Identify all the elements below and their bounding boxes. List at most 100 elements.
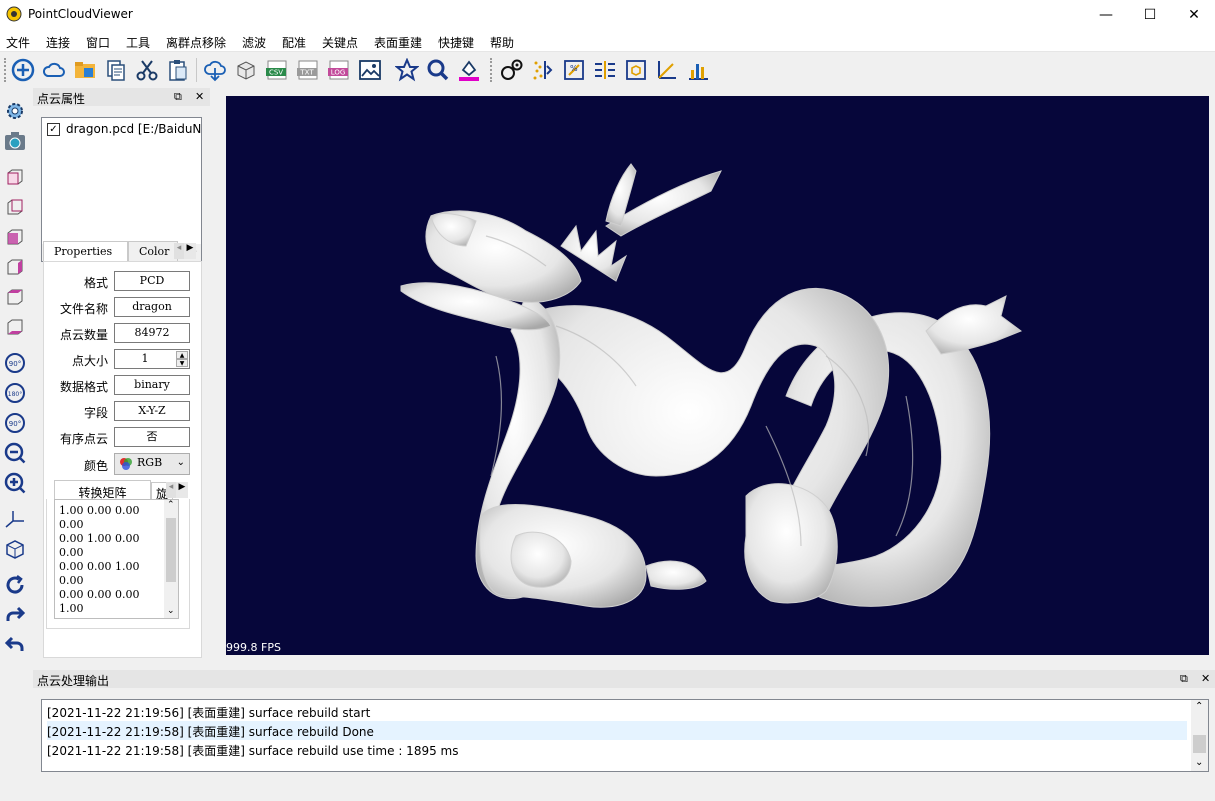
image-icon[interactable] [358, 58, 382, 82]
transform-matrix-text[interactable]: 1.00 0.00 0.00 0.00 0.00 1.00 0.00 0.00 … [59, 504, 159, 616]
view-top-icon[interactable] [3, 285, 27, 309]
view-right-icon[interactable] [3, 255, 27, 279]
star-icon[interactable] [395, 58, 419, 82]
view-left-icon[interactable] [3, 225, 27, 249]
fields-value: X-Y-Z [114, 401, 190, 421]
log-line[interactable]: [2021-11-22 21:19:58] [表面重建] surface reb… [47, 740, 1187, 759]
point-cloud-viewport[interactable]: 999.8 FPS [226, 96, 1209, 655]
menu-connect[interactable]: 连接 [46, 34, 70, 51]
menu-outlier-removal[interactable]: 离群点移除 [166, 34, 226, 51]
histogram-icon[interactable] [686, 58, 710, 82]
output-float-icon[interactable]: ⧉ [1180, 672, 1188, 686]
add-icon[interactable] [11, 58, 35, 82]
output-scroll-thumb[interactable] [1193, 735, 1206, 753]
download-icon[interactable] [203, 58, 227, 82]
file-list-item[interactable]: dragon.pcd [E:/BaiduN [66, 122, 201, 136]
menu-shortcuts[interactable]: 快捷键 [438, 34, 474, 51]
main-toolbar: CSV TXT LOG % [0, 53, 1215, 87]
matrix-scroll-thumb[interactable] [166, 518, 176, 582]
settings-icon[interactable] [3, 99, 27, 123]
box-icon[interactable] [234, 58, 258, 82]
zoom-out-icon[interactable] [3, 441, 27, 465]
menu-file[interactable]: 文件 [6, 34, 30, 51]
tab-transform-matrix[interactable]: 转换矩阵 [54, 480, 151, 500]
subtab-scroll-left-icon[interactable]: ◂ [166, 482, 176, 498]
measure-icon[interactable]: % [562, 58, 586, 82]
tab-scroll-left-icon[interactable]: ◂ [174, 243, 184, 259]
menu-surface-reconstruction[interactable]: 表面重建 [374, 34, 422, 51]
output-scroll-down-icon[interactable]: ⌄ [1195, 757, 1203, 768]
redo-icon[interactable] [3, 603, 27, 627]
folder-icon[interactable] [73, 58, 97, 82]
tab-scroll-right-icon[interactable]: ▶ [184, 243, 196, 259]
fill-color-icon[interactable] [457, 58, 481, 82]
txt-icon[interactable]: TXT [296, 58, 320, 82]
menu-tools[interactable]: 工具 [126, 34, 150, 51]
filter-icon[interactable] [531, 58, 555, 82]
spin-up-icon[interactable]: ▲ [176, 351, 188, 359]
output-scroll-up-icon[interactable]: ⌃ [1195, 701, 1203, 712]
subtab-scroll-right-icon[interactable]: ▶ [176, 482, 188, 498]
rotate-180-icon[interactable]: 180° [3, 381, 27, 405]
register-icon[interactable] [593, 58, 617, 82]
output-close-icon[interactable]: ✕ [1201, 672, 1210, 685]
menu-keypoints[interactable]: 关键点 [322, 34, 358, 51]
color-combobox[interactable]: RGB ⌄ [114, 453, 190, 475]
cloud-icon[interactable] [42, 58, 66, 82]
point-size-spinbox[interactable]: 1 ▲ ▼ [114, 349, 190, 369]
close-button[interactable]: ✕ [1171, 0, 1215, 30]
svg-text:LOG: LOG [331, 69, 346, 77]
log-line[interactable]: [2021-11-22 21:19:56] [表面重建] surface reb… [47, 702, 1187, 721]
paste-icon[interactable] [166, 58, 190, 82]
copy-icon[interactable] [104, 58, 128, 82]
maximize-button[interactable]: ☐ [1127, 0, 1173, 30]
point-size-value[interactable]: 1 [142, 352, 149, 365]
undo-icon[interactable] [3, 633, 27, 657]
matrix-vscrollbar[interactable]: ⌃ ⌄ [164, 500, 178, 618]
spin-down-icon[interactable]: ▼ [176, 359, 188, 367]
rotate-90-icon[interactable]: 90° [3, 351, 27, 375]
bbox-icon[interactable] [624, 58, 648, 82]
keypoint-icon[interactable] [500, 58, 524, 82]
tab-properties[interactable]: Properties [43, 241, 128, 262]
axes-icon[interactable] [3, 507, 27, 531]
view-bottom-icon[interactable] [3, 315, 27, 339]
organized-label: 有序点云 [59, 432, 108, 446]
point-count-label: 点云数量 [59, 328, 108, 342]
output-dock-title-bar[interactable]: 点云处理输出 ⧉ ✕ [33, 670, 1215, 688]
log-icon[interactable]: LOG [327, 58, 351, 82]
dock-float-icon[interactable]: ⧉ [174, 90, 182, 104]
dock-close-icon[interactable]: ✕ [195, 90, 204, 103]
menu-help[interactable]: 帮助 [490, 34, 514, 51]
properties-panel: 格式 PCD 文件名称 dragon 点云数量 84972 点大小 1 ▲ ▼ … [43, 261, 202, 658]
menu-window[interactable]: 窗口 [86, 34, 110, 51]
scroll-up-icon[interactable]: ⌃ [167, 500, 175, 510]
toolbar-grip-2[interactable] [490, 58, 493, 82]
cube-icon[interactable] [3, 537, 27, 561]
view-front-icon[interactable] [3, 165, 27, 189]
rotate-neg90-icon[interactable]: 90° [3, 411, 27, 435]
menu-registration[interactable]: 配准 [282, 34, 306, 51]
output-vscrollbar[interactable]: ⌃ ⌄ [1191, 700, 1208, 771]
refresh-icon[interactable] [3, 573, 27, 597]
organized-value: 否 [114, 427, 190, 447]
cut-icon[interactable] [135, 58, 159, 82]
zoom-in-icon[interactable] [3, 471, 27, 495]
scroll-down-icon[interactable]: ⌄ [167, 606, 175, 616]
transform-matrix-box[interactable]: 1.00 0.00 0.00 0.00 0.00 1.00 0.00 0.00 … [54, 499, 179, 619]
menu-filter[interactable]: 滤波 [242, 34, 266, 51]
svg-text:TXT: TXT [299, 69, 314, 77]
camera-icon[interactable] [3, 129, 27, 153]
csv-icon[interactable]: CSV [265, 58, 289, 82]
properties-dock-title-bar[interactable]: 点云属性 ⧉ ✕ [33, 88, 210, 106]
minimize-button[interactable]: — [1083, 0, 1129, 30]
view-back-icon[interactable] [3, 195, 27, 219]
tab-color[interactable]: Color [128, 241, 178, 262]
log-line-selected[interactable]: [2021-11-22 21:19:58] [表面重建] surface reb… [47, 721, 1187, 740]
toolbar-grip[interactable] [4, 58, 7, 82]
chevron-down-icon[interactable]: ⌄ [177, 454, 185, 472]
color-value: RGB [137, 456, 163, 469]
search-icon[interactable] [426, 58, 450, 82]
file-checkbox[interactable]: ✓ [47, 123, 60, 136]
axis-icon[interactable] [655, 58, 679, 82]
